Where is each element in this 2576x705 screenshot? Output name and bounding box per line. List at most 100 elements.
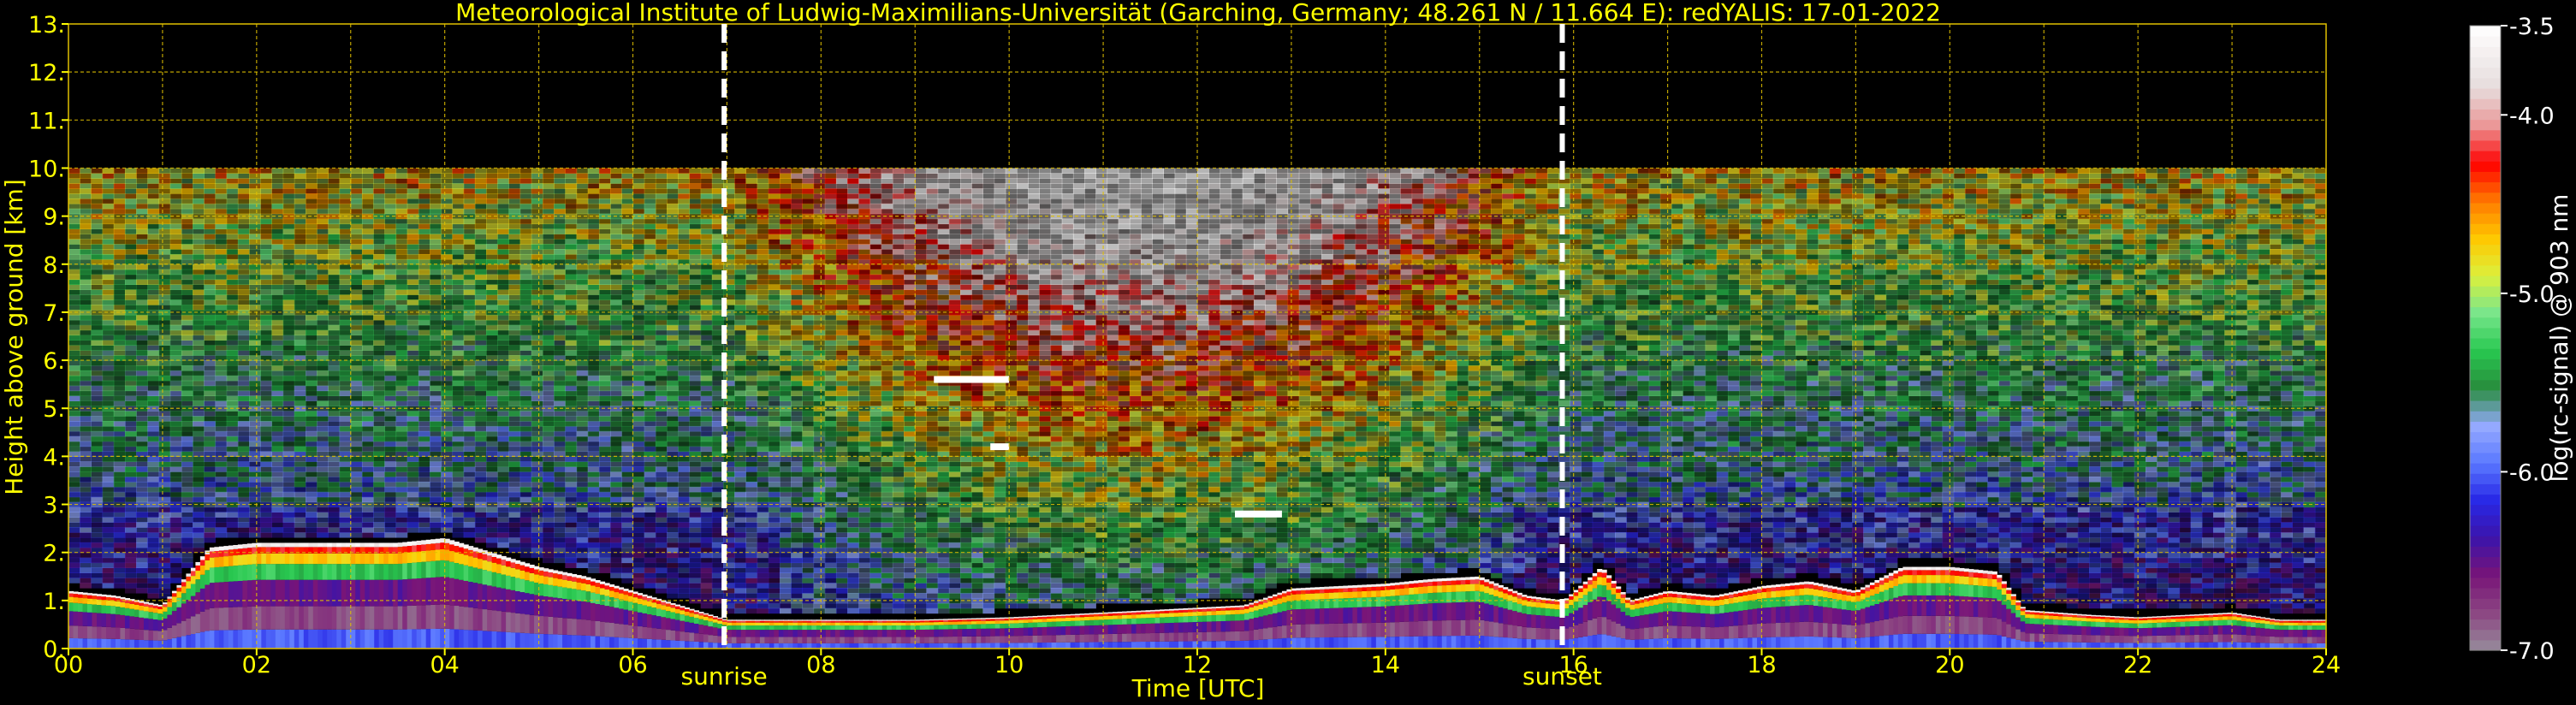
signal-cell — [486, 319, 498, 326]
signal-cell — [136, 583, 148, 589]
signal-cell — [678, 512, 691, 518]
signal-cell — [554, 173, 566, 179]
signal-cell — [678, 340, 691, 346]
signal-cell — [193, 542, 205, 548]
signal-cell — [169, 461, 182, 467]
signal-cell — [317, 188, 329, 194]
signal-cell — [486, 477, 498, 483]
signal-cell — [700, 264, 713, 270]
signal-cell — [576, 461, 589, 467]
signal-cell — [644, 294, 656, 300]
signal-cell — [554, 477, 566, 483]
signal-cell — [215, 435, 228, 442]
signal-cell — [249, 507, 261, 513]
signal-cell — [745, 218, 758, 225]
signal-cell — [237, 461, 250, 467]
signal-cell — [565, 527, 578, 533]
signal-cell — [361, 188, 374, 194]
signal-cell — [124, 274, 137, 281]
signal-cell — [136, 183, 148, 189]
signal-cell — [237, 416, 250, 422]
signal-cell — [91, 380, 104, 387]
signal-cell — [68, 385, 80, 392]
signal-cell — [667, 173, 679, 179]
signal-cell — [215, 279, 228, 286]
signal-cell — [430, 294, 442, 300]
signal-cell — [430, 441, 442, 447]
signal-cell — [598, 335, 611, 341]
signal-cell — [757, 522, 769, 528]
signal-cell — [734, 228, 746, 234]
signal-cell — [407, 319, 419, 326]
signal-cell — [565, 269, 578, 275]
signal-cell — [91, 536, 104, 543]
signal-cell — [632, 536, 645, 543]
signal-cell — [226, 279, 239, 286]
signal-cell — [700, 350, 713, 356]
signal-cell — [700, 244, 713, 250]
signal-cell — [282, 456, 295, 462]
signal-cell — [734, 294, 746, 300]
signal-cell — [621, 567, 634, 573]
signal-cell — [757, 305, 769, 311]
signal-cell — [68, 294, 80, 300]
signal-cell — [554, 552, 566, 559]
signal-cell — [91, 507, 104, 513]
signal-cell — [678, 375, 691, 382]
signal-cell — [757, 173, 769, 179]
signal-cell — [328, 466, 341, 472]
signal-cell — [734, 557, 746, 564]
signal-cell — [463, 421, 476, 427]
signal-cell — [463, 188, 476, 194]
signal-cell — [745, 203, 758, 210]
signal-cell — [745, 244, 758, 250]
signal-cell — [621, 512, 634, 518]
signal-cell — [531, 284, 543, 290]
signal-cell — [441, 218, 454, 225]
signal-cell — [418, 507, 430, 513]
signal-cell — [463, 284, 476, 290]
signal-cell — [328, 461, 341, 467]
signal-cell — [700, 375, 713, 382]
signal-cell — [169, 456, 182, 462]
signal-cell — [474, 536, 487, 543]
signal-cell — [598, 183, 611, 189]
signal-cell — [644, 284, 656, 290]
signal-cell — [350, 517, 363, 523]
signal-cell — [418, 178, 430, 184]
signal-cell — [621, 289, 634, 295]
signal-cell — [768, 264, 781, 270]
signal-cell — [497, 446, 510, 453]
signal-cell — [305, 425, 318, 432]
signal-cell — [757, 390, 769, 397]
signal-cell — [384, 269, 397, 275]
signal-cell — [576, 294, 589, 300]
signal-cell — [282, 477, 295, 483]
signal-cell — [576, 527, 589, 533]
signal-cell — [745, 208, 758, 215]
signal-cell — [632, 552, 645, 559]
signal-cell — [317, 486, 329, 493]
signal-cell — [542, 208, 555, 215]
signal-cell — [361, 244, 374, 250]
signal-cell — [644, 340, 656, 346]
signal-cell — [215, 208, 228, 215]
signal-cell — [734, 264, 746, 270]
signal-cell — [260, 446, 273, 453]
signal-cell — [226, 370, 239, 376]
signal-cell — [407, 466, 419, 472]
signal-cell — [282, 193, 295, 199]
signal-cell — [700, 435, 713, 442]
signal-cell — [215, 471, 228, 477]
signal-cell — [644, 471, 656, 477]
signal-cell — [260, 178, 273, 184]
signal-cell — [384, 249, 397, 255]
signal-cell — [339, 435, 352, 442]
signal-cell — [204, 188, 217, 194]
signal-cell — [361, 173, 374, 179]
signal-cell — [632, 183, 645, 189]
signal-cell — [237, 284, 250, 290]
signal-cell — [486, 517, 498, 523]
signal-cell — [768, 183, 781, 189]
signal-cell — [768, 578, 781, 584]
